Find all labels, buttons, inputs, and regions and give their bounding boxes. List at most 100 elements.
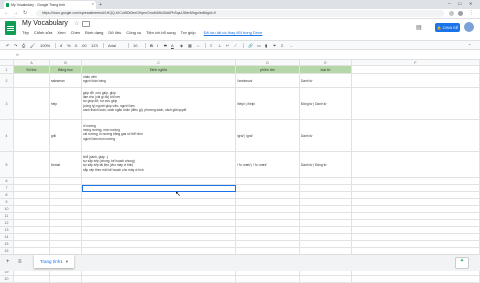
cell[interactable] [300,241,352,248]
font-size-select[interactable]: 10 [133,42,137,49]
back-icon[interactable]: ← [4,10,9,16]
increase-decimal-button[interactable]: .00 [81,42,87,49]
cell[interactable] [352,276,480,283]
cell[interactable] [236,213,300,220]
cell[interactable] [352,120,480,152]
cell[interactable] [14,220,50,227]
cell[interactable] [236,192,300,199]
cell[interactable] [300,185,352,192]
definition-cell[interactable]: vỉ nướng móng nướng, món nướng cái nướng… [82,120,236,152]
phonetic-cell[interactable]: /grɪl/ | /grɪl/ [236,120,300,152]
cell[interactable] [82,206,236,213]
row-header[interactable]: 8 [0,192,14,199]
cell[interactable] [14,199,50,206]
cell[interactable] [236,276,300,283]
cell[interactable] [82,276,236,283]
menu-insert[interactable]: Chèn [71,30,81,35]
word-type-cell[interactable]: Danh từ [300,74,352,88]
cell[interactable] [14,227,50,234]
browser-tab[interactable]: My Vocabulary - Google Trang tính × [4,1,96,9]
cell[interactable] [352,192,480,199]
cell[interactable] [50,199,82,206]
cell[interactable] [14,234,50,241]
folder-icon[interactable] [82,21,90,27]
star-icon[interactable]: ☆ [74,20,79,27]
cell[interactable] [236,199,300,206]
definition-cell[interactable]: khổ (sách, giấy...) sự sắp xếp (chung, k… [82,152,236,178]
row-header[interactable]: 12 [0,220,14,227]
text-color-button[interactable]: A [171,42,174,49]
cell[interactable] [352,220,480,227]
plus-icon[interactable]: + [6,259,10,265]
text-rotation-icon[interactable]: ⟋ [234,42,237,49]
insert-link-icon[interactable]: 🔗 [248,42,253,49]
cell[interactable] [82,227,236,234]
cell[interactable] [14,192,50,199]
cell[interactable] [14,178,50,185]
menu-format[interactable]: Định dạng [85,30,103,35]
cell[interactable] [352,234,480,241]
row-header[interactable]: 10 [0,206,14,213]
document-title[interactable]: My Vocabulary [22,20,68,27]
cell[interactable] [50,276,82,283]
selected-cell[interactable] [82,185,236,192]
phonetic-cell[interactable]: /help/ | /help/ [236,88,300,120]
filter-icon[interactable]: ⏷ [273,42,276,49]
cell[interactable] [14,152,50,178]
url-field[interactable]: https://docs.google.com/spreadsheets/d/1… [36,10,444,17]
vertical-align-icon[interactable]: ⊥ [218,42,221,49]
table-header-cell[interactable]: Số thứ [14,66,50,74]
print-icon[interactable]: ⎙ [22,42,25,49]
word-cell[interactable]: grill [50,120,82,152]
cell[interactable] [14,74,50,88]
redo-icon[interactable]: ↷ [14,42,17,49]
cell[interactable] [14,213,50,220]
cell[interactable] [236,241,300,248]
more-formats-button[interactable]: 123 [91,42,98,49]
horizontal-align-icon[interactable]: ≡ [210,42,212,49]
cell[interactable] [82,213,236,220]
word-cell[interactable]: help [50,88,82,120]
table-header-cell[interactable]: loại từ [300,66,352,74]
functions-icon[interactable]: Σ [281,42,283,49]
definition-cell[interactable]: giúp đỡ, cứu giúp, giúp làm cho (cái gì … [82,88,236,120]
explore-button[interactable]: ✦ [455,257,469,269]
bold-button[interactable]: B [150,42,153,49]
cell[interactable] [82,241,236,248]
cell[interactable] [14,120,50,152]
merge-cells-icon[interactable]: ⇔ [196,42,200,49]
cell[interactable] [236,178,300,185]
cell[interactable] [352,227,480,234]
sheets-logo-icon[interactable] [5,21,16,35]
word-type-cell[interactable]: Danh từ [300,120,352,152]
cell[interactable] [352,206,480,213]
percent-format-button[interactable]: % [67,42,71,49]
cell[interactable] [50,227,82,234]
cell[interactable] [50,234,82,241]
cell[interactable] [352,66,480,74]
cell[interactable] [300,206,352,213]
cell[interactable] [300,213,352,220]
cell[interactable] [14,276,50,283]
collapse-header-icon[interactable]: ⌃ [468,42,471,49]
reload-icon[interactable]: ↻ [23,10,27,16]
cell[interactable] [352,199,480,206]
word-type-cell[interactable]: Danh từ | Động từ [300,152,352,178]
minimize-icon[interactable]: ─ [448,1,451,6]
cell[interactable] [50,206,82,213]
cell[interactable] [236,227,300,234]
cell[interactable] [352,178,480,185]
font-select[interactable]: Arial [108,42,116,49]
menu-edit[interactable]: Chỉnh sửa [34,30,52,35]
word-cell[interactable]: salesman [50,74,82,88]
cell[interactable] [14,185,50,192]
phonetic-cell[interactable]: /ˈfɔː.mæt/ | /ˈfɔː.mæt/ [236,152,300,178]
row-header[interactable]: 2 [0,74,14,88]
fill-color-icon[interactable]: ◈ [180,42,183,49]
cell[interactable] [352,152,480,178]
table-header-cell[interactable]: phiên âm [236,66,300,74]
table-header-cell[interactable]: Bảng học [50,66,82,74]
profile-icon[interactable] [458,11,463,16]
paint-format-icon[interactable]: 🖌 [30,42,35,49]
maximize-icon[interactable]: ☐ [458,1,462,6]
